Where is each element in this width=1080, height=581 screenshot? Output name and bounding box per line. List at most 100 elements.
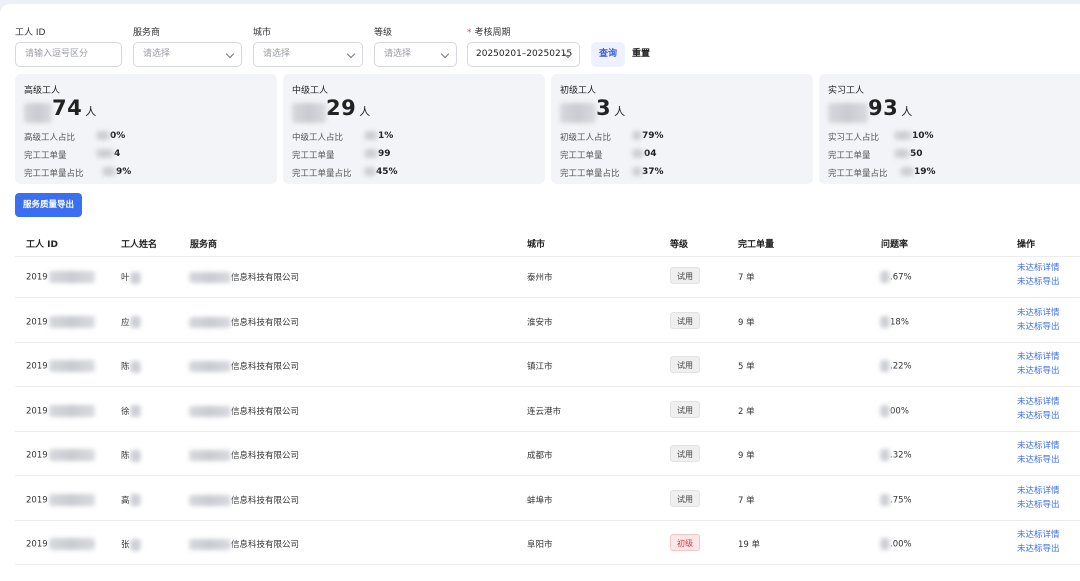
cell-worker-id: 2019 <box>26 449 95 461</box>
unqualified-export-link[interactable]: 未达标导出 <box>1017 365 1060 378</box>
unqualified-export-link[interactable]: 未达标导出 <box>1017 321 1060 334</box>
redacted-blur <box>48 360 95 372</box>
card-row: 完工工单量占比 37% <box>560 167 664 179</box>
city-filter: 城市 <box>253 26 271 40</box>
period-select[interactable]: 20250201–20250215 <box>467 42 580 67</box>
redacted-blur <box>48 449 95 461</box>
redacted-blur <box>189 539 231 550</box>
filter-bar: 工人 ID 请输入逗号区分 服务商 请选择 城市 请选择 等级 请选择 * 考核周… <box>15 26 1075 72</box>
period-select-value: 20250201–20250215 <box>476 49 573 59</box>
reset-button[interactable]: 重置 <box>626 42 656 67</box>
card-title: 实习工人 <box>828 86 865 96</box>
level-label: 等级 <box>374 28 393 38</box>
cell-issue-rate: .67% <box>880 271 912 283</box>
cell-provider: 信息科技有限公司 <box>189 271 299 283</box>
col-provider: 服务商 <box>190 240 218 250</box>
unqualified-export-link[interactable]: 未达标导出 <box>1017 276 1060 289</box>
provider-select[interactable]: 请选择 <box>133 42 242 67</box>
cell-provider: 信息科技有限公司 <box>189 360 299 372</box>
cell-city: 淮安市 <box>527 317 553 328</box>
table-row: 2019 陈 信息科技有限公司 镇江市 试用 5 单 .22% 未达标详情 未达标导出 <box>15 342 1080 387</box>
cell-worker-name: 陈 <box>121 360 141 373</box>
cell-completed-count: 9 单 <box>738 317 755 328</box>
period-filter: * 考核周期 <box>467 26 511 40</box>
redacted-blur <box>189 405 231 417</box>
card-row: 完工工单量占比 19% <box>828 167 936 179</box>
cell-worker-id: 2019 <box>26 360 95 372</box>
cell-worker-name: 张 <box>121 538 141 551</box>
unqualified-export-link[interactable]: 未达标导出 <box>1017 499 1060 512</box>
redacted-blur <box>189 272 231 283</box>
unqualified-detail-link[interactable]: 未达标详情 <box>1017 529 1060 542</box>
redacted-blur <box>560 102 596 123</box>
query-button[interactable]: 查询 <box>591 42 625 67</box>
redacted-blur <box>880 538 890 550</box>
city-select[interactable]: 请选择 <box>253 42 363 67</box>
card-title: 中级工人 <box>292 86 329 96</box>
card-junior: 初级工人 3人 初级工人占比 79% 完工工单量 04 完工工单量占比 37% <box>551 74 813 184</box>
provider-select-value: 请选择 <box>143 49 171 59</box>
redacted-blur <box>880 449 890 461</box>
chevron-down-icon <box>346 49 356 59</box>
redacted-blur <box>129 494 141 506</box>
unqualified-export-link[interactable]: 未达标导出 <box>1017 543 1060 556</box>
unqualified-detail-link[interactable]: 未达标详情 <box>1017 485 1060 498</box>
col-completed: 完工单量 <box>738 240 775 250</box>
table-row: 2019 徐 信息科技有限公司 连云港市 试用 2 单 00% 未达标详情 未达标导出 <box>15 387 1080 432</box>
level-select[interactable]: 请选择 <box>374 42 457 67</box>
cell-issue-rate: .22% <box>880 360 912 372</box>
service-quality-export-button[interactable]: 服务质量导出 <box>15 193 82 217</box>
cell-worker-name: 陈 <box>121 449 141 462</box>
col-worker-name: 工人姓名 <box>121 240 158 250</box>
card-row: 高级工人占比 0% <box>24 131 126 143</box>
cell-worker-id: 2019 <box>26 538 95 550</box>
redacted-blur <box>48 404 95 417</box>
cell-worker-id: 2019 <box>26 271 95 283</box>
redacted-blur <box>24 102 52 123</box>
redacted-blur <box>129 271 141 284</box>
card-row: 完工工单量 99 <box>292 149 391 161</box>
chevron-down-icon <box>440 49 450 59</box>
cell-city: 蚌埠市 <box>527 495 553 506</box>
cell-completed-count: 2 单 <box>738 406 755 417</box>
unqualified-detail-link[interactable]: 未达标详情 <box>1017 262 1060 275</box>
card-row: 中级工人占比 1% <box>292 131 394 143</box>
card-row: 完工工单量占比 9% <box>24 167 132 179</box>
cell-city: 镇江市 <box>527 362 553 372</box>
unqualified-detail-link[interactable]: 未达标详情 <box>1017 396 1060 409</box>
level-badge: 试用 <box>670 400 700 418</box>
cell-completed-count: 5 单 <box>738 362 755 372</box>
cell-provider: 信息科技有限公司 <box>189 538 299 550</box>
level-filter: 等级 <box>374 26 392 40</box>
table-row: 2019 叶 信息科技有限公司 泰州市 试用 7 单 .67% 未达标详情 未达标导出 <box>15 253 1080 298</box>
redacted-blur <box>48 315 95 328</box>
col-issue-rate: 问题率 <box>881 240 909 250</box>
level-badge: 试用 <box>670 489 700 507</box>
cell-worker-id: 2019 <box>26 493 95 506</box>
card-row: 实习工人占比 10% <box>828 131 934 143</box>
card-row: 初级工人占比 79% <box>560 131 664 143</box>
level-select-value: 请选择 <box>384 49 412 59</box>
level-badge: 试用 <box>670 445 700 462</box>
unqualified-export-link[interactable]: 未达标导出 <box>1017 410 1060 423</box>
redacted-blur <box>880 271 890 283</box>
period-label: 考核周期 <box>474 28 511 38</box>
card-senior: 高级工人 74 人 高级工人占比 0% 完工工单量 4 完工工单量占比 9% <box>15 74 277 184</box>
level-badge: 初级 <box>670 534 700 551</box>
unqualified-export-link[interactable]: 未达标导出 <box>1017 454 1060 467</box>
worker-id-input[interactable]: 请输入逗号区分 <box>15 42 122 67</box>
required-mark: * <box>467 28 472 38</box>
cell-city: 连云港市 <box>527 406 562 417</box>
cell-city: 泰州市 <box>527 273 553 283</box>
level-badge: 试用 <box>670 356 700 373</box>
table-row: 2019 张 信息科技有限公司 阜阳市 初级 19 单 .00% 未达标详情 未达标导出 <box>15 520 1080 565</box>
unqualified-detail-link[interactable]: 未达标详情 <box>1017 351 1060 364</box>
redacted-blur <box>189 494 231 506</box>
cell-issue-rate: 18% <box>880 315 909 328</box>
unqualified-detail-link[interactable]: 未达标详情 <box>1017 307 1060 320</box>
redacted-blur <box>880 315 890 328</box>
unqualified-detail-link[interactable]: 未达标详情 <box>1017 440 1060 453</box>
redacted-blur <box>129 449 141 462</box>
cell-worker-name: 应 <box>121 316 141 328</box>
cell-provider: 信息科技有限公司 <box>189 449 299 461</box>
